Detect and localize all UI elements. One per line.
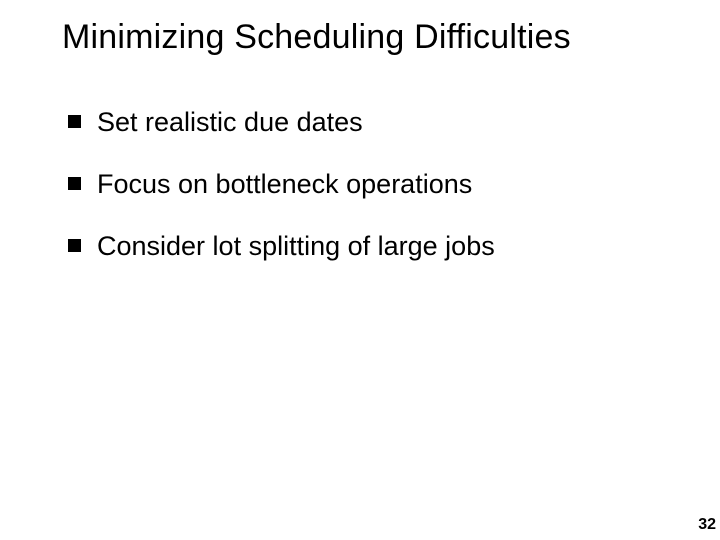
list-item: Focus on bottleneck operations bbox=[68, 168, 680, 202]
list-item: Set realistic due dates bbox=[68, 106, 680, 140]
bullet-list: Set realistic due dates Focus on bottlen… bbox=[68, 106, 680, 291]
bullet-text: Focus on bottleneck operations bbox=[97, 168, 472, 202]
square-bullet-icon bbox=[68, 115, 81, 128]
square-bullet-icon bbox=[68, 177, 81, 190]
bullet-text: Set realistic due dates bbox=[97, 106, 363, 140]
slide: Minimizing Scheduling Difficulties Set r… bbox=[0, 0, 720, 540]
page-number: 32 bbox=[698, 516, 716, 534]
square-bullet-icon bbox=[68, 239, 81, 252]
list-item: Consider lot splitting of large jobs bbox=[68, 230, 680, 264]
slide-title: Minimizing Scheduling Difficulties bbox=[62, 18, 571, 57]
bullet-text: Consider lot splitting of large jobs bbox=[97, 230, 495, 264]
